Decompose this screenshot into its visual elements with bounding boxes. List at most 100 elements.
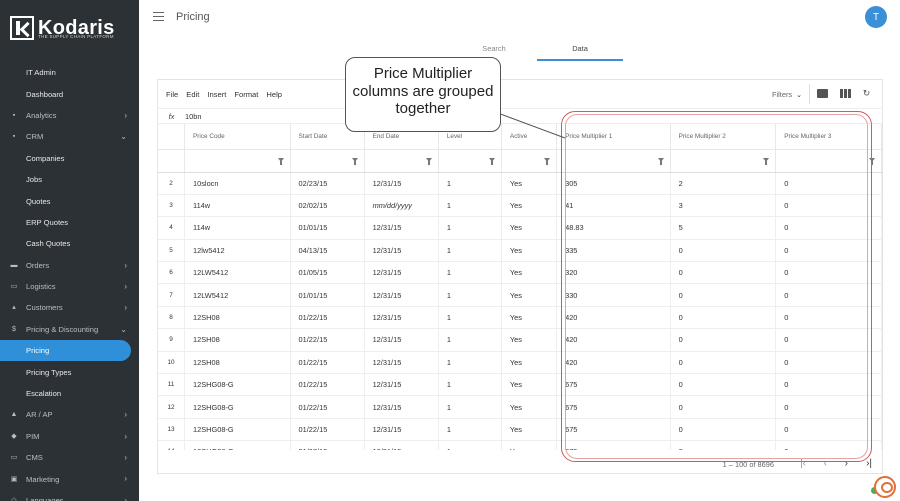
sidebar-item-logistics[interactable]: ▭ Logistics › [0,276,139,297]
chat-support-icon[interactable] [874,476,896,498]
table-cell[interactable]: 01/22/15 [290,395,365,419]
table-cell[interactable]: Yes [501,194,558,218]
table-cell[interactable]: 1 [438,395,502,419]
table-cell[interactable]: 12SH08 [184,328,291,352]
refresh-icon[interactable]: ↻ [861,89,872,98]
table-cell[interactable]: Yes [501,261,558,285]
table-cell[interactable]: 1 [438,261,502,285]
menu-help[interactable]: Help [266,90,282,99]
table-cell[interactable]: 1 [438,418,502,442]
filters-dropdown[interactable]: Filters ⌄ [772,90,802,99]
table-cell[interactable]: 01/22/15 [290,418,365,442]
table-cell[interactable]: 114w [184,194,291,218]
sidebar-item-cms[interactable]: ▭ CMS › [0,447,139,468]
filter-funnel-icon[interactable] [425,157,432,165]
tab-data[interactable]: Data [537,40,623,61]
table-cell[interactable]: 1 [438,172,502,195]
table-cell[interactable]: Yes [501,306,558,330]
sidebar-item-customers[interactable]: ▴ Customers › [0,297,139,318]
table-cell[interactable]: 1 [438,351,502,375]
menu-insert[interactable]: Insert [207,90,226,99]
table-cell[interactable]: 01/22/15 [290,373,365,397]
sidebar-item-orders[interactable]: ▬ Orders › [0,255,139,276]
table-cell[interactable]: Yes [501,440,558,450]
table-cell[interactable]: 12/31/15 [364,216,439,240]
table-cell[interactable]: 12LW5412 [184,261,291,285]
filter-funnel-icon[interactable] [277,157,284,165]
table-cell[interactable]: Yes [501,216,558,240]
table-cell[interactable]: 02/02/15 [290,194,365,218]
sidebar-item-ar-ap[interactable]: ▲ AR / AP › [0,404,139,425]
menu-format[interactable]: Format [234,90,258,99]
column-filter[interactable] [290,149,365,173]
table-cell[interactable]: Yes [501,328,558,352]
column-filter[interactable] [501,149,558,173]
table-cell[interactable]: mm/dd/yyyy [364,194,439,218]
table-cell[interactable]: 12/31/15 [364,172,439,195]
sidebar-item-analytics[interactable]: ▪ Analytics › [0,105,139,126]
sidebar-item-marketing[interactable]: ▣ Marketing › [0,468,139,489]
sidebar-item-quotes[interactable]: Quotes [0,190,139,211]
table-cell[interactable]: Yes [501,373,558,397]
column-filter[interactable] [438,149,502,173]
table-cell[interactable]: 12/31/15 [364,395,439,419]
column-filter[interactable] [364,149,439,173]
table-cell[interactable]: 12/31/15 [364,328,439,352]
table-cell[interactable]: 12SHG08-G [184,395,291,419]
table-cell[interactable]: 12SHG08-G [184,418,291,442]
table-cell[interactable]: Yes [501,351,558,375]
table-cell[interactable]: 12/31/15 [364,351,439,375]
sidebar-item-pim[interactable]: ◆ PIM › [0,426,139,447]
table-cell[interactable]: 12/31/15 [364,418,439,442]
table-cell[interactable]: 12SH08 [184,351,291,375]
sidebar-item-languages[interactable]: ◇ Languages › [0,490,139,501]
table-cell[interactable]: 1 [438,440,502,450]
column-filter[interactable] [184,149,291,173]
filter-funnel-icon[interactable] [351,157,358,165]
last-page-icon[interactable]: ›| [866,458,872,469]
table-cell[interactable]: 01/05/15 [290,261,365,285]
menu-edit[interactable]: Edit [186,90,199,99]
table-cell[interactable]: 12SHG08-G [184,440,291,450]
table-cell[interactable]: 12SHG08-G [184,373,291,397]
table-cell[interactable]: 12/31/15 [364,373,439,397]
export-icon[interactable] [817,89,828,98]
sidebar-item-it-admin[interactable]: IT Admin [0,62,139,83]
table-cell[interactable]: 1 [438,194,502,218]
table-cell[interactable]: 12/31/15 [364,306,439,330]
table-cell[interactable]: 01/01/15 [290,216,365,240]
table-cell[interactable]: 12/31/15 [364,440,439,450]
table-cell[interactable]: Yes [501,283,558,307]
table-cell[interactable]: 12LW5412 [184,283,291,307]
sidebar-item-dashboard[interactable]: Dashboard [0,83,139,104]
table-cell[interactable]: 04/13/15 [290,239,365,263]
sidebar-item-pricing[interactable]: Pricing [0,340,131,362]
formula-input[interactable]: 10bn [185,112,201,121]
table-cell[interactable]: Yes [501,239,558,263]
table-cell[interactable]: 1 [438,306,502,330]
table-cell[interactable]: 1 [438,239,502,263]
table-cell[interactable]: 01/22/15 [290,351,365,375]
hamburger-menu-icon[interactable] [153,12,164,21]
column-header[interactable]: Price Code [184,124,291,150]
table-cell[interactable]: 10slocn [184,172,291,195]
table-cell[interactable]: 1 [438,373,502,397]
table-cell[interactable]: 1 [438,328,502,352]
sidebar-item-companies[interactable]: Companies [0,148,139,169]
sidebar-item-escalation[interactable]: Escalation [0,383,139,404]
table-cell[interactable]: 01/07/15 [290,440,365,450]
table-cell[interactable]: 1 [438,216,502,240]
sidebar-item-cash-quotes[interactable]: Cash Quotes [0,233,139,254]
table-cell[interactable]: 01/22/15 [290,306,365,330]
sidebar-item-pricing-types[interactable]: Pricing Types [0,361,139,382]
table-cell[interactable]: 12lw5412 [184,239,291,263]
filter-funnel-icon[interactable] [488,157,495,165]
table-cell[interactable]: Yes [501,172,558,195]
table-cell[interactable]: Yes [501,395,558,419]
table-cell[interactable]: 12/31/15 [364,283,439,307]
sidebar-item-crm[interactable]: ▪ CRM ⌄ [0,126,139,147]
table-cell[interactable]: 01/01/15 [290,283,365,307]
sidebar-item-pricing-discounting[interactable]: $ Pricing & Discounting ⌄ [0,319,139,340]
user-avatar[interactable]: T [865,6,887,28]
table-cell[interactable]: Yes [501,418,558,442]
